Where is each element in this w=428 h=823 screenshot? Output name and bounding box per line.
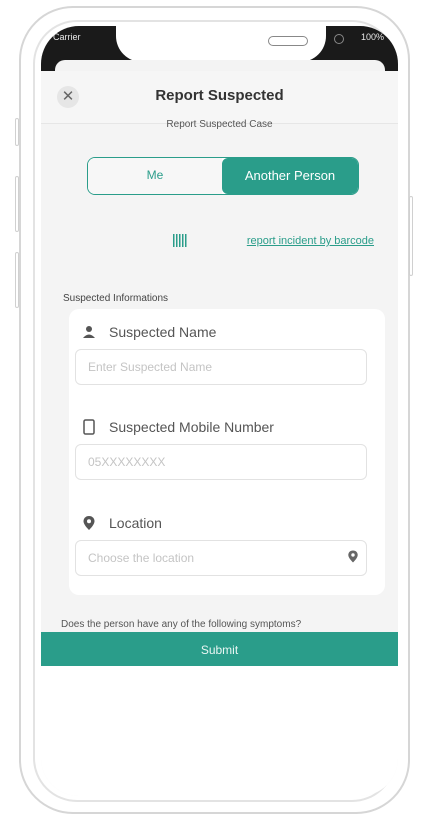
- report-modal: ✕ Report Suspected Report Suspected Case…: [41, 71, 398, 796]
- phone-icon: [81, 419, 97, 435]
- person-icon: [81, 325, 97, 341]
- empty-scroll-area: [41, 666, 398, 796]
- modal-title: Report Suspected: [155, 87, 284, 104]
- barcode-icon[interactable]: [173, 234, 187, 247]
- mute-switch: [15, 118, 19, 146]
- speaker-icon: [268, 36, 308, 46]
- suspected-name-label: Suspected Name: [109, 324, 217, 340]
- suspected-mobile-input[interactable]: [75, 444, 367, 480]
- suspected-name-input[interactable]: [75, 349, 367, 385]
- modal-subtitle: Report Suspected Case: [166, 119, 273, 130]
- volume-up-button: [15, 176, 19, 232]
- location-label: Location: [109, 515, 162, 531]
- segment-me-button[interactable]: Me: [88, 158, 222, 194]
- phone-screen: Carrier 100% ✕ Report Suspected Report S…: [41, 26, 398, 796]
- person-segment-control: Me Another Person: [87, 157, 359, 195]
- section-label: Suspected Informations: [63, 293, 169, 304]
- suspect-form-card: Suspected Name Suspected Mobile Number L…: [69, 309, 385, 595]
- location-pin-icon: [81, 515, 97, 531]
- carrier-label: Carrier: [53, 32, 81, 42]
- segment-another-person-button[interactable]: Another Person: [222, 158, 358, 194]
- volume-down-button: [15, 252, 19, 308]
- symptoms-question: Does the person have any of the followin…: [61, 619, 302, 630]
- submit-button[interactable]: Submit: [41, 632, 398, 666]
- suspected-mobile-label: Suspected Mobile Number: [109, 419, 274, 435]
- location-picker-icon[interactable]: [347, 549, 359, 567]
- location-input[interactable]: [75, 540, 367, 576]
- report-by-barcode-link[interactable]: report incident by barcode: [247, 235, 374, 247]
- modal-header: ✕ Report Suspected: [41, 71, 398, 124]
- notch: [116, 26, 344, 62]
- camera-icon: [334, 34, 344, 44]
- battery-label: 100%: [360, 32, 384, 42]
- power-button: [409, 196, 413, 276]
